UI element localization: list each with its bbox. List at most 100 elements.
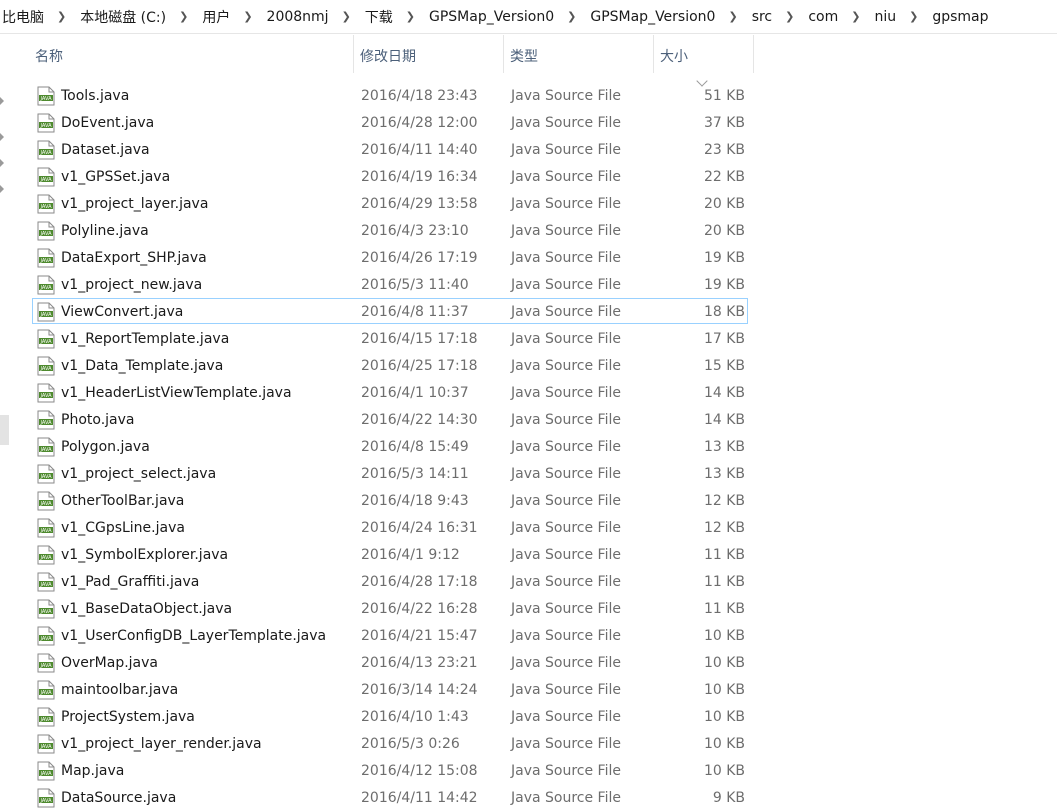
java-file-icon: JAVA [37, 86, 55, 106]
file-name: DataExport_SHP.java [61, 250, 207, 266]
navigation-scrollbar-thumb[interactable] [0, 415, 9, 445]
file-row[interactable]: JAVA v1_SymbolExplorer.java 2016/4/1 9:12 J… [32, 541, 748, 567]
column-header-type[interactable]: 类型 [504, 35, 654, 73]
file-row[interactable]: JAVA OtherToolBar.java 2016/4/18 9:43 Java … [32, 487, 748, 513]
column-header-row: 名称 修改日期 类型 大小 [0, 35, 1057, 87]
chevron-right-icon[interactable]: ❯ [395, 10, 427, 23]
java-file-icon: JAVA [37, 248, 55, 268]
file-row[interactable]: JAVA DataExport_SHP.java 2016/4/26 17:19 Ja… [32, 244, 748, 270]
column-header-size[interactable]: 大小 [654, 35, 754, 73]
expand-arrow-icon[interactable] [0, 185, 4, 193]
svg-text:JAVA: JAVA [39, 528, 52, 534]
file-type: Java Source File [511, 385, 621, 401]
file-name: OverMap.java [61, 655, 159, 671]
file-row[interactable]: JAVA maintoolbar.java 2016/3/14 14:24 Java … [32, 676, 748, 702]
file-size: 37 KB [703, 115, 745, 131]
breadcrumb-item[interactable]: src [750, 9, 774, 25]
breadcrumb-item[interactable]: 本地磁盘 (C:) [78, 7, 168, 27]
breadcrumb-item[interactable]: GPSMap_Version0 [427, 9, 556, 25]
file-date: 2016/4/28 17:18 [361, 574, 478, 590]
chevron-right-icon[interactable]: ❯ [717, 10, 749, 23]
svg-text:JAVA: JAVA [39, 150, 52, 156]
chevron-right-icon[interactable]: ❯ [331, 10, 363, 23]
chevron-right-icon[interactable]: ❯ [556, 10, 588, 23]
file-name: Tools.java [61, 88, 130, 104]
file-row[interactable]: JAVA Polyline.java 2016/4/3 23:10 Java Sour… [32, 217, 748, 243]
file-row[interactable]: JAVA ViewConvert.java 2016/4/8 11:37 Java S… [32, 298, 748, 324]
file-row[interactable]: JAVA Tools.java 2016/4/18 23:43 Java Source… [32, 82, 748, 108]
svg-text:JAVA: JAVA [39, 717, 52, 723]
breadcrumb-item[interactable]: niu [872, 9, 898, 25]
java-file-icon: JAVA [37, 491, 55, 511]
chevron-right-icon[interactable]: ❯ [898, 10, 930, 23]
file-row[interactable]: JAVA ProjectSystem.java 2016/4/10 1:43 Java… [32, 703, 748, 729]
file-row[interactable]: JAVA v1_Pad_Graffiti.java 2016/4/28 17:18 J… [32, 568, 748, 594]
file-name: v1_BaseDataObject.java [61, 601, 233, 617]
file-name: v1_project_select.java [61, 466, 217, 482]
file-row[interactable]: JAVA v1_project_select.java 2016/5/3 14:11… [32, 460, 748, 486]
file-date: 2016/3/14 14:24 [361, 682, 478, 698]
java-file-icon: JAVA [37, 599, 55, 619]
file-size: 10 KB [703, 682, 745, 698]
svg-text:JAVA: JAVA [39, 393, 52, 399]
file-type: Java Source File [511, 277, 621, 293]
expand-arrow-icon[interactable] [0, 159, 4, 167]
file-row[interactable]: JAVA DataSource.java 2016/4/11 14:42 Java S… [32, 784, 748, 810]
chevron-right-icon[interactable]: ❯ [840, 10, 872, 23]
file-name: v1_project_layer_render.java [61, 736, 262, 752]
java-file-icon: JAVA [37, 761, 55, 781]
file-row[interactable]: JAVA Polygon.java 2016/4/8 15:49 Java Sourc… [32, 433, 748, 459]
file-name: v1_ReportTemplate.java [61, 331, 230, 347]
file-row[interactable]: JAVA v1_project_layer.java 2016/4/29 13:58… [32, 190, 748, 216]
file-date: 2016/4/8 15:49 [361, 439, 469, 455]
file-size: 10 KB [703, 709, 745, 725]
file-type: Java Source File [511, 547, 621, 563]
file-row[interactable]: JAVA OverMap.java 2016/4/13 23:21 Java Sour… [32, 649, 748, 675]
file-date: 2016/4/18 23:43 [361, 88, 478, 104]
java-file-icon: JAVA [37, 275, 55, 295]
file-type: Java Source File [511, 709, 621, 725]
file-row[interactable]: JAVA v1_Data_Template.java 2016/4/25 17:18… [32, 352, 748, 378]
breadcrumb-item[interactable]: GPSMap_Version0 [588, 9, 717, 25]
chevron-right-icon[interactable]: ❯ [232, 10, 264, 23]
breadcrumb-item[interactable]: 用户 [200, 7, 232, 27]
file-row[interactable]: JAVA v1_UserConfigDB_LayerTemplate.java 20… [32, 622, 748, 648]
file-row[interactable]: JAVA Dataset.java 2016/4/11 14:40 Java Sour… [32, 136, 748, 162]
file-row[interactable]: JAVA Map.java 2016/4/12 15:08 Java Source F… [32, 757, 748, 783]
svg-text:JAVA: JAVA [39, 501, 52, 507]
breadcrumb-item[interactable]: com [806, 9, 840, 25]
breadcrumb-item[interactable]: 下载 [363, 7, 395, 27]
file-row[interactable]: JAVA DoEvent.java 2016/4/28 12:00 Java Sour… [32, 109, 748, 135]
file-type: Java Source File [511, 655, 621, 671]
svg-text:JAVA: JAVA [39, 258, 52, 264]
file-type: Java Source File [511, 115, 621, 131]
breadcrumb-item[interactable]: 比电脑 [0, 7, 46, 27]
column-header-name[interactable]: 名称 [29, 35, 354, 73]
file-date: 2016/4/21 15:47 [361, 628, 478, 644]
chevron-right-icon[interactable]: ❯ [774, 10, 806, 23]
svg-text:JAVA: JAVA [39, 123, 52, 129]
file-row[interactable]: JAVA v1_ReportTemplate.java 2016/4/15 17:1… [32, 325, 748, 351]
file-row[interactable]: JAVA v1_project_new.java 2016/5/3 11:40 Jav… [32, 271, 748, 297]
file-size: 10 KB [703, 628, 745, 644]
file-row[interactable]: JAVA Photo.java 2016/4/22 14:30 Java Source… [32, 406, 748, 432]
file-name: v1_Pad_Graffiti.java [61, 574, 200, 590]
file-row[interactable]: JAVA v1_HeaderListViewTemplate.java 2016/4… [32, 379, 748, 405]
file-date: 2016/4/18 9:43 [361, 493, 469, 509]
file-size: 51 KB [703, 88, 745, 104]
file-row[interactable]: JAVA v1_BaseDataObject.java 2016/4/22 16:2… [32, 595, 748, 621]
column-header-date[interactable]: 修改日期 [354, 35, 504, 73]
file-row[interactable]: JAVA v1_project_layer_render.java 2016/5/3… [32, 730, 748, 756]
expand-arrow-icon[interactable] [0, 97, 4, 105]
svg-text:JAVA: JAVA [39, 798, 52, 804]
chevron-right-icon[interactable]: ❯ [168, 10, 200, 23]
file-date: 2016/4/3 23:10 [361, 223, 469, 239]
file-row[interactable]: JAVA v1_CGpsLine.java 2016/4/24 16:31 Java … [32, 514, 748, 540]
breadcrumb-item[interactable]: gpsmap [930, 9, 990, 25]
file-type: Java Source File [511, 196, 621, 212]
java-file-icon: JAVA [37, 221, 55, 241]
chevron-right-icon[interactable]: ❯ [46, 10, 78, 23]
file-row[interactable]: JAVA v1_GPSSet.java 2016/4/19 16:34 Java So… [32, 163, 748, 189]
breadcrumb-item[interactable]: 2008nmj [265, 9, 331, 25]
expand-arrow-icon[interactable] [0, 133, 4, 141]
